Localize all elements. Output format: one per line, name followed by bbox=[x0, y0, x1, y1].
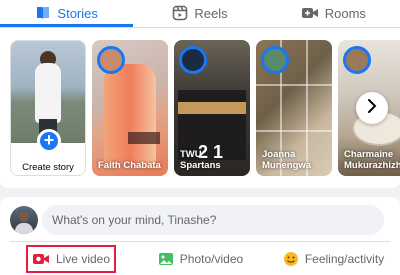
tab-rooms[interactable]: Rooms bbox=[267, 0, 400, 26]
photo-video-button[interactable]: Photo/video bbox=[134, 245, 267, 273]
story-author: TWU Spartans bbox=[180, 149, 221, 171]
tab-rooms-label: Rooms bbox=[324, 5, 366, 21]
composer-actions: Live video Photo/video Feeling/activity bbox=[0, 245, 400, 273]
photo-video-label: Photo/video bbox=[179, 252, 244, 266]
tab-reels-label: Reels bbox=[194, 5, 228, 21]
composer-input[interactable]: What's on your mind, Tinashe? bbox=[42, 205, 384, 235]
story-author: Joanna Munengwa bbox=[262, 149, 312, 171]
story-card[interactable]: 2 1 TWU Spartans bbox=[174, 40, 250, 176]
photo-icon bbox=[158, 251, 174, 267]
story-tabs: Stories Reels Rooms bbox=[0, 0, 400, 27]
tab-stories-label: Stories bbox=[57, 5, 98, 21]
story-author: Charmaine Mukurazhizha bbox=[344, 149, 400, 171]
live-video-label: Live video bbox=[55, 252, 111, 266]
chevron-right-icon bbox=[366, 98, 378, 118]
smiley-icon bbox=[283, 251, 299, 267]
feeling-activity-button[interactable]: Feeling/activity bbox=[267, 245, 400, 273]
feeling-activity-label: Feeling/activity bbox=[304, 252, 385, 266]
composer-card: What's on your mind, Tinashe? Live video… bbox=[0, 197, 400, 275]
story-avatar bbox=[343, 46, 371, 74]
stories-card: Stories Reels Rooms + Create story Faith… bbox=[0, 0, 400, 188]
stories-next-button[interactable] bbox=[356, 92, 388, 124]
feed-top: Stories Reels Rooms + Create story Faith… bbox=[0, 0, 400, 275]
tab-reels[interactable]: Reels bbox=[133, 0, 266, 26]
create-story-label: Create story bbox=[22, 162, 74, 173]
story-avatar bbox=[97, 46, 125, 74]
stories-row: + Create story Faith Chabata 2 1 TWU Spa… bbox=[10, 40, 400, 176]
create-story-photo bbox=[11, 41, 85, 143]
create-story-card[interactable]: + Create story bbox=[10, 40, 86, 176]
book-open-icon bbox=[35, 5, 51, 21]
video-camera-plus-icon bbox=[301, 6, 319, 20]
story-card[interactable]: Faith Chabata bbox=[92, 40, 168, 176]
tab-stories[interactable]: Stories bbox=[0, 0, 134, 27]
story-avatar bbox=[261, 46, 289, 74]
live-video-button[interactable]: Live video bbox=[26, 245, 116, 273]
live-video-icon bbox=[32, 252, 50, 266]
composer-divider bbox=[10, 241, 390, 242]
story-author: Faith Chabata bbox=[98, 160, 161, 171]
avatar[interactable] bbox=[10, 206, 38, 234]
story-avatar bbox=[179, 46, 207, 74]
reels-icon bbox=[172, 5, 188, 21]
tab-divider bbox=[0, 27, 400, 28]
plus-icon[interactable]: + bbox=[37, 129, 61, 153]
story-card[interactable]: Joanna Munengwa bbox=[256, 40, 332, 176]
